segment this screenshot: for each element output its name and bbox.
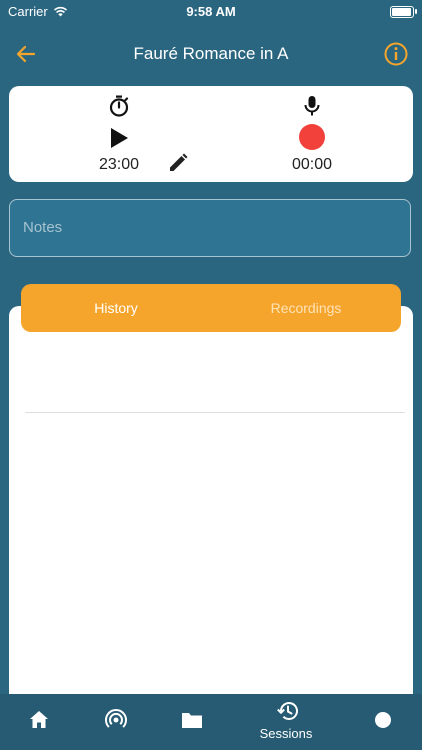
notes-input[interactable]: [21, 218, 395, 237]
tab-recordings[interactable]: Recordings: [211, 284, 401, 332]
session-note: 14 - 16 stoccato: [25, 450, 132, 467]
session-row[interactable]: Mar 17, 2020 get advice on 10 - 12 finge…: [9, 358, 413, 430]
microphone-icon: [304, 96, 320, 116]
navigation-bar: Fauré Romance in A: [0, 30, 422, 76]
practice-timer-value: 23:00: [98, 156, 140, 173]
session-note: get advice on 10 - 12 fingering: [25, 378, 227, 395]
session-date: Mar 17, 2020: [25, 358, 114, 375]
edit-pencil-icon[interactable]: [167, 152, 189, 174]
record-button[interactable]: [299, 124, 325, 150]
session-date: Mar 14, 2020: [25, 430, 114, 447]
session-row[interactable]: Mar 14, 2020 14 - 16 stoccato 38:00: [9, 430, 413, 502]
stopwatch-icon: [109, 95, 129, 117]
battery-icon: [390, 6, 417, 18]
tab-history[interactable]: History: [21, 284, 211, 332]
folder-icon: [182, 713, 202, 728]
recording-timer-value: 00:00: [291, 156, 333, 173]
notes-field[interactable]: [9, 199, 411, 257]
history-icon: [277, 702, 298, 720]
row-divider: [25, 412, 405, 413]
home-icon: [30, 711, 48, 728]
bottom-tab-bar: Sessions: [0, 694, 422, 750]
record-dot-icon: [375, 712, 391, 728]
segment-tabs: History Recordings: [21, 284, 401, 332]
broadcast-icon: [105, 709, 127, 728]
page-title: Fauré Romance in A: [133, 44, 289, 63]
info-icon[interactable]: [382, 40, 410, 68]
tab-sessions-label: Sessions: [259, 726, 313, 741]
play-icon[interactable]: [108, 126, 130, 150]
session-duration: 38:00: [354, 440, 395, 457]
session-duration: 35:00: [354, 368, 395, 385]
status-time: 9:58 AM: [186, 4, 236, 19]
status-bar: Carrier 9:58 AM: [0, 0, 422, 24]
timer-card: 23:00 00:00: [9, 86, 413, 182]
